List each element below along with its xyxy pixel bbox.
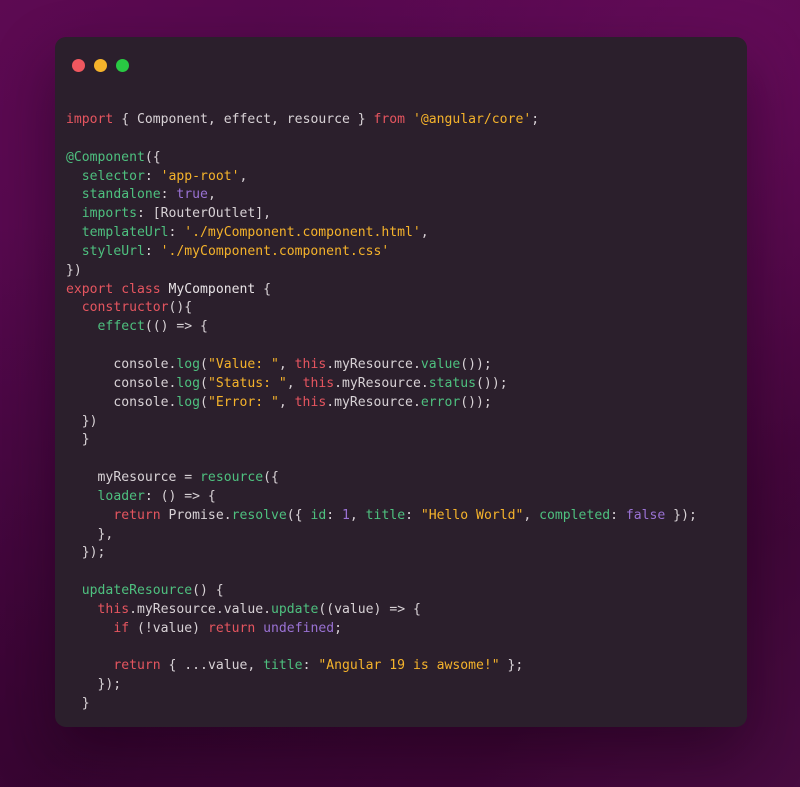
traffic-light-controls [72,59,747,72]
code-window: import { Component, effect, resource } f… [55,37,747,727]
minimize-window-icon[interactable] [94,59,107,72]
maximize-window-icon[interactable] [116,59,129,72]
code-content: import { Component, effect, resource } f… [66,112,697,712]
window-titlebar [55,37,747,97]
code-block[interactable]: import { Component, effect, resource } f… [55,97,747,727]
close-window-icon[interactable] [72,59,85,72]
